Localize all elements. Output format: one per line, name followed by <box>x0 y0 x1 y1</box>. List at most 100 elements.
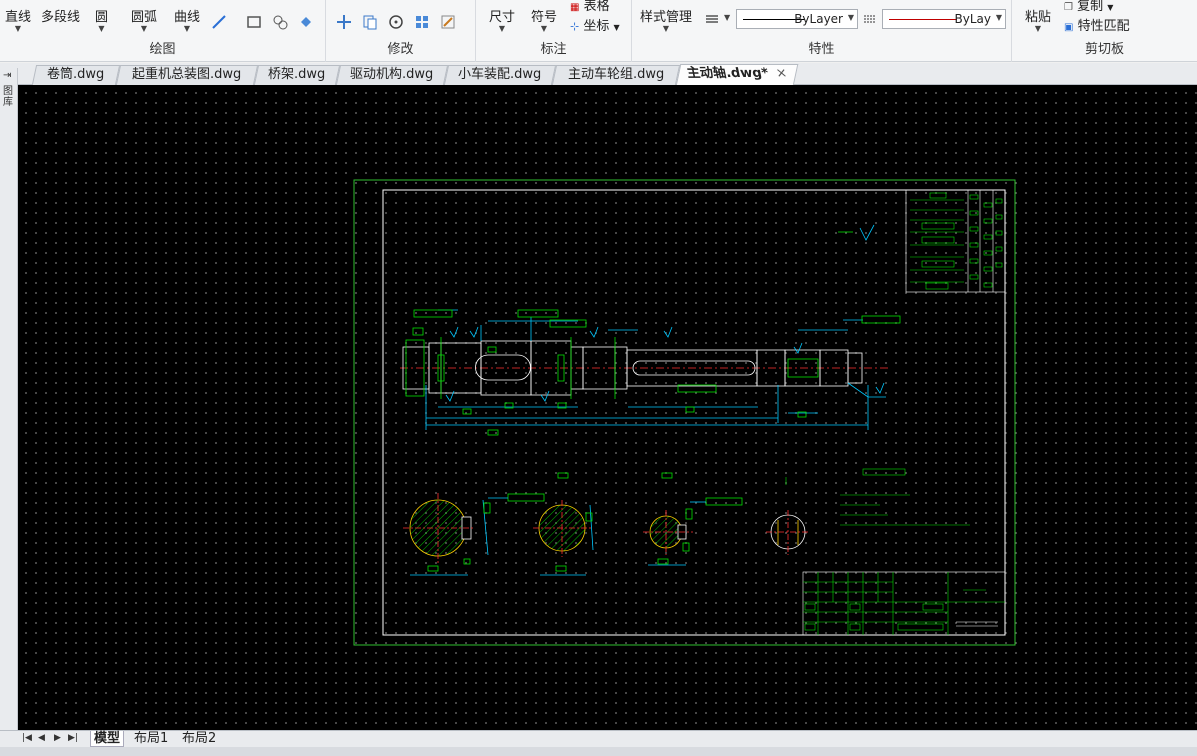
copy-button[interactable]: ❐ 复制 ▼ <box>1064 0 1113 14</box>
chevron-down-icon[interactable]: ▼ <box>95 25 108 33</box>
rectangle-icon[interactable] <box>246 14 262 30</box>
layout-tab-bar: |◀ ◀ ▶ ▶| 模型 布局1 布局2 <box>0 730 1197 747</box>
move-icon[interactable] <box>336 14 352 30</box>
layout-tab-layout1[interactable]: 布局1 <box>134 731 168 747</box>
circle-tool-button[interactable]: 圆 ▼ <box>95 6 108 33</box>
lineweight-select[interactable]: ByLay ▼ <box>882 9 1006 29</box>
file-tab[interactable]: 主动车轮组.dwg <box>551 65 681 85</box>
table-tool-label: 表格 <box>583 0 610 14</box>
status-bar <box>0 747 1197 756</box>
table-tool-button[interactable]: ▦ 表格 <box>570 0 610 14</box>
style-manager-button[interactable]: 样式管理 ▼ <box>640 6 692 33</box>
paste-button[interactable]: 粘贴 ▼ <box>1025 6 1051 33</box>
lineweight-preview <box>889 19 957 20</box>
ribbon-group-draw: 直线 ▼ 多段线 圆 ▼ 圆弧 ▼ 曲线 ▼ 绘图 <box>0 0 326 62</box>
last-layout-icon[interactable]: ▶| <box>68 733 78 743</box>
fill-icon[interactable] <box>298 14 314 30</box>
file-tab[interactable]: 卷筒.dwg <box>31 65 121 85</box>
copy-label: 复制 <box>1077 0 1104 14</box>
file-tab-label: 桥架.dwg <box>268 67 326 82</box>
polyline-tool-label: 多段线 <box>41 10 81 25</box>
previous-layout-icon[interactable]: ◀ <box>38 733 45 743</box>
coordinate-icon: ⊹ <box>570 20 580 33</box>
file-tab[interactable]: 小车装配.dwg <box>443 65 557 85</box>
chevron-down-icon[interactable]: ▼ <box>996 13 1002 22</box>
chevron-down-icon[interactable]: ▼ <box>5 25 31 33</box>
chevron-down-icon[interactable]: ▼ <box>614 23 620 32</box>
file-tab-bar: 卷筒.dwg 起重机总装图.dwg 桥架.dwg 驱动机构.dwg 小车装配.d… <box>0 63 1197 86</box>
section-view-d <box>766 510 810 555</box>
table-icon: ▦ <box>570 2 580 13</box>
section-view-c <box>643 472 743 566</box>
match-properties-label: 特性匹配 <box>1077 19 1130 34</box>
linetype-select[interactable]: ByLayer ▼ <box>736 9 858 29</box>
chevron-down-icon[interactable]: ▼ <box>640 25 692 33</box>
layout-tab-layout2[interactable]: 布局2 <box>182 731 216 747</box>
side-panel-strip[interactable]: ⇥ 图库 <box>0 68 18 730</box>
file-tab-label: 主动车轮组.dwg <box>567 67 665 82</box>
curve-tool-button[interactable]: 曲线 ▼ <box>174 6 200 33</box>
coordinate-tool-button[interactable]: ⊹ 坐标 ▼ <box>570 15 620 34</box>
symbol-tool-label: 符号 <box>531 10 558 25</box>
chevron-down-icon[interactable]: ▼ <box>1107 3 1113 12</box>
file-tab-label: 驱动机构.dwg <box>350 67 434 82</box>
ribbon-group-modify: 修改 <box>326 0 476 62</box>
first-layout-icon[interactable]: |◀ <box>22 733 32 743</box>
file-tab[interactable]: 起重机总装图.dwg <box>115 65 259 85</box>
pin-icon[interactable]: ⇥ <box>3 70 11 81</box>
symbol-tool-button[interactable]: 符号 ▼ <box>531 6 557 33</box>
rotate-icon[interactable] <box>388 14 404 30</box>
coordinate-tool-label: 坐标 <box>583 19 610 34</box>
ribbon: 直线 ▼ 多段线 圆 ▼ 圆弧 ▼ 曲线 ▼ 绘图 修改 尺寸 ▼ 符号 ▼ ▦… <box>0 0 1197 62</box>
modify-group-label: 修改 <box>387 42 414 57</box>
curve-tool-label: 曲线 <box>174 10 201 25</box>
next-layout-icon[interactable]: ▶ <box>54 733 61 743</box>
properties-group-label: 特性 <box>808 42 835 57</box>
linetype-icon <box>706 15 718 23</box>
chevron-down-icon[interactable]: ▼ <box>131 25 157 33</box>
file-tab-label: 起重机总装图.dwg <box>132 67 242 82</box>
copy-icon: ❐ <box>1064 2 1073 13</box>
chevron-down-icon[interactable]: ▼ <box>1025 25 1051 33</box>
file-tab[interactable]: 驱动机构.dwg <box>335 65 449 85</box>
hatch-icon[interactable] <box>272 14 288 30</box>
technical-requirements-note <box>785 468 970 526</box>
chevron-down-icon[interactable]: ▼ <box>531 25 557 33</box>
file-tab-label: 卷筒.dwg <box>47 67 105 82</box>
library-panel-label: 图库 <box>3 86 13 108</box>
polyline-tool-button[interactable]: 多段线 <box>41 6 80 25</box>
circle-tool-label: 圆 <box>95 10 109 25</box>
edit-icon[interactable] <box>440 14 456 30</box>
line-tool-button[interactable]: 直线 ▼ <box>5 6 31 33</box>
section-view-b <box>533 472 594 576</box>
layout-tab-model[interactable]: 模型 <box>90 731 125 747</box>
line-tool-label: 直线 <box>5 10 32 25</box>
shaft-main-view <box>400 309 901 436</box>
file-tab-active[interactable]: 主动轴.dwg* × <box>675 64 799 86</box>
chevron-down-icon[interactable]: ▼ <box>174 25 200 33</box>
paste-label: 粘贴 <box>1025 10 1052 25</box>
chevron-down-icon[interactable]: ▼ <box>724 13 730 22</box>
file-tab[interactable]: 桥架.dwg <box>253 65 341 85</box>
dimension-tool-label: 尺寸 <box>489 10 516 25</box>
style-manager-label: 样式管理 <box>640 10 693 25</box>
file-tab-label: 小车装配.dwg <box>458 67 542 82</box>
section-view-a <box>403 493 545 576</box>
copy-object-icon[interactable] <box>362 14 378 30</box>
roughness-symbol <box>838 224 875 241</box>
chevron-down-icon[interactable]: ▼ <box>489 25 515 33</box>
cad-drawing[interactable] <box>18 85 1197 730</box>
annotate-group-label: 标注 <box>540 42 567 57</box>
arc-tool-button[interactable]: 圆弧 ▼ <box>131 6 157 33</box>
chevron-down-icon[interactable]: ▼ <box>848 13 854 22</box>
file-tab-label: 主动轴.dwg* <box>685 66 770 81</box>
title-block <box>802 571 1006 636</box>
close-icon[interactable]: × <box>775 65 790 83</box>
lineweight-icon <box>864 15 876 23</box>
draw-group-label: 绘图 <box>149 42 176 57</box>
dimension-tool-button[interactable]: 尺寸 ▼ <box>489 6 515 33</box>
drawing-canvas[interactable] <box>18 85 1197 730</box>
match-properties-button[interactable]: ▣ 特性匹配 <box>1064 15 1130 34</box>
array-icon[interactable] <box>414 14 430 30</box>
line-draw-icon[interactable] <box>211 14 227 30</box>
